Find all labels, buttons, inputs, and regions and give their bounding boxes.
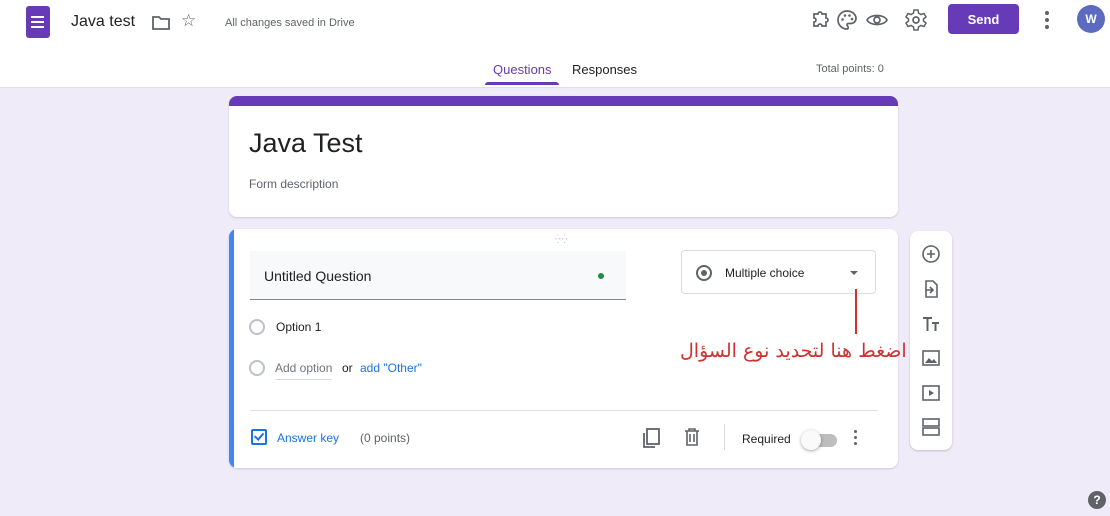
save-status: All changes saved in Drive (225, 17, 355, 29)
required-toggle-thumb[interactable] (801, 430, 821, 450)
send-button[interactable]: Send (948, 4, 1019, 34)
add-video-icon[interactable] (921, 383, 941, 403)
question-title-input[interactable]: Untitled Question (250, 251, 626, 300)
avatar[interactable]: W (1077, 5, 1105, 33)
question-more-icon[interactable] (852, 428, 858, 448)
radio-selected-icon (696, 265, 712, 281)
annotation-text: اضغط هنا لتحديد نوع السؤال (680, 340, 907, 362)
add-option-input[interactable]: Add option (275, 361, 333, 380)
footer-separator (724, 424, 725, 450)
document-title[interactable]: Java test (71, 13, 135, 31)
points-label: (0 points) (360, 431, 411, 445)
card-divider (250, 410, 878, 411)
status-dot (598, 273, 604, 279)
palette-icon[interactable] (835, 8, 859, 32)
add-option-radio-icon (249, 360, 265, 376)
tab-questions[interactable]: Questions (493, 62, 552, 77)
required-label: Required (742, 432, 791, 446)
addon-icon[interactable] (808, 8, 832, 32)
settings-gear-icon[interactable] (904, 8, 928, 32)
active-card-indicator (229, 229, 234, 468)
annotation-arrow-line (855, 289, 857, 334)
form-title[interactable]: Java Test (249, 128, 363, 159)
add-title-icon[interactable] (921, 314, 941, 334)
tab-responses[interactable]: Responses (572, 62, 637, 77)
question-type-dropdown[interactable]: Multiple choice (681, 250, 876, 294)
preview-eye-icon[interactable] (865, 8, 889, 32)
duplicate-icon[interactable] (641, 427, 663, 449)
question-title-text: Untitled Question (264, 268, 372, 284)
add-image-icon[interactable] (921, 348, 941, 368)
folder-icon[interactable] (152, 15, 170, 31)
question-type-label: Multiple choice (725, 266, 805, 280)
more-options-icon[interactable] (1044, 9, 1050, 31)
form-title-card: Java Test Form description (229, 96, 898, 217)
add-other-link[interactable]: add "Other" (360, 361, 422, 375)
option-radio-icon (249, 319, 265, 335)
forms-app-icon[interactable] (26, 6, 50, 38)
delete-icon[interactable] (683, 427, 701, 447)
active-tab-indicator (485, 82, 559, 85)
answer-key-icon[interactable] (251, 429, 267, 445)
help-icon[interactable]: ? (1088, 491, 1106, 509)
answer-key-button[interactable]: Answer key (277, 431, 339, 445)
dropdown-arrow-icon (850, 271, 858, 275)
form-description[interactable]: Form description (249, 177, 338, 191)
add-question-icon[interactable] (921, 244, 941, 264)
top-header: Java test ☆ All changes saved in Drive S… (0, 0, 1110, 88)
drag-handle-icon[interactable]: ∴∴ ∵∵ (555, 233, 568, 246)
theme-accent-bar (229, 96, 898, 106)
side-toolbar (910, 231, 952, 450)
add-section-icon[interactable] (921, 417, 941, 437)
import-questions-icon[interactable] (921, 279, 941, 299)
option-1-input[interactable]: Option 1 (276, 320, 321, 334)
total-points: Total points: 0 (816, 63, 884, 75)
star-icon[interactable]: ☆ (181, 12, 196, 29)
or-label: or (342, 361, 353, 375)
